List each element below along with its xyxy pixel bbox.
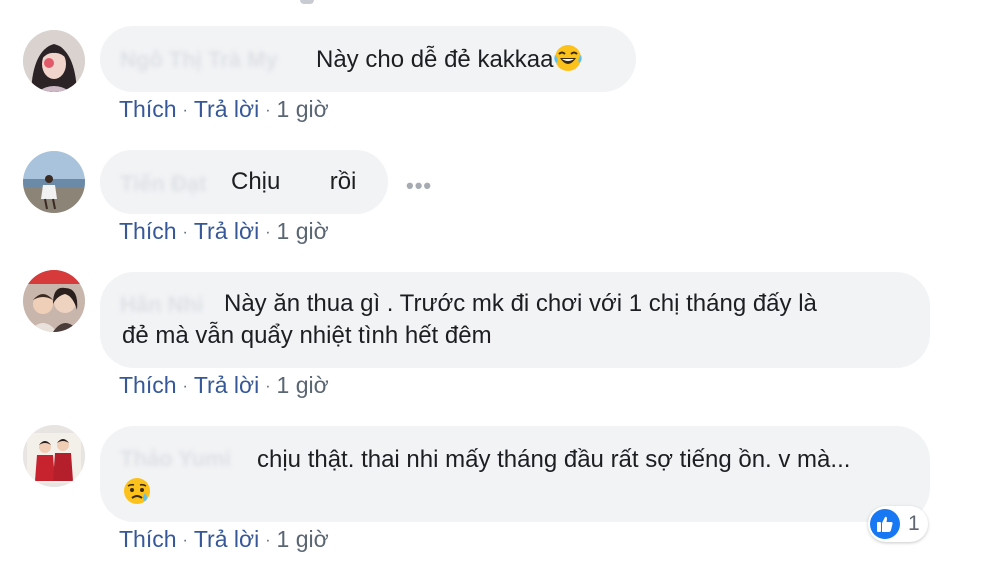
comment-actions: Thích · Trả lời · 1 giờ [119, 526, 329, 553]
reply-link[interactable]: Trả lời [194, 218, 259, 244]
separator-dot: · [265, 102, 271, 119]
comment-author[interactable]: Ngô Thị Trà My [120, 47, 278, 73]
comment-text: chịu thật. thai nhi mấy tháng đầu rất sợ… [257, 446, 851, 473]
comment-bubble: Thảo Yumi chịu thật. thai nhi mấy tháng … [100, 426, 930, 522]
separator-dot: · [265, 532, 271, 549]
separator-dot: · [182, 532, 188, 549]
avatar[interactable] [23, 425, 85, 487]
comment-actions: Thích · Trả lời · 1 giờ [119, 218, 329, 245]
avatar[interactable] [23, 151, 85, 213]
laughing-tears-icon [554, 45, 583, 71]
separator-dot: · [265, 378, 271, 395]
separator-dot: · [182, 224, 188, 241]
reply-link[interactable]: Trả lời [194, 526, 259, 552]
separator-dot: · [182, 102, 188, 119]
scroll-stub [300, 0, 314, 4]
like-link[interactable]: Thích [119, 218, 177, 244]
separator-dot: · [265, 224, 271, 241]
reaction-count: 1 [908, 512, 920, 535]
reaction-count-badge[interactable]: 1 [868, 506, 928, 542]
separator-dot: · [182, 378, 188, 395]
comment-time[interactable]: 1 giờ [277, 218, 329, 244]
more-options-icon[interactable]: ••• [406, 173, 432, 199]
comment-text: Này ăn thua gì . Trước mk đi chơi với 1 … [122, 290, 817, 349]
comment-bubble: Hân Nhi Này ăn thua gì . Trước mk đi chơ… [100, 272, 930, 368]
censored-word [287, 170, 324, 192]
comment-bubble: Tiến Đạt Chịu rồi [100, 150, 388, 214]
comment-time[interactable]: 1 giờ [277, 372, 329, 398]
comment-bubble: Ngô Thị Trà My Này cho dễ đẻ kakkaa [100, 26, 636, 92]
comment-time[interactable]: 1 giờ [277, 96, 329, 122]
comment-text: Này cho dễ đẻ kakkaa [316, 46, 554, 73]
comment-time[interactable]: 1 giờ [277, 526, 329, 552]
comment-actions: Thích · Trả lời · 1 giờ [119, 372, 329, 399]
sad-sweat-icon [124, 478, 150, 504]
avatar[interactable] [23, 30, 85, 92]
like-link[interactable]: Thích [119, 96, 177, 122]
comment-actions: Thích · Trả lời · 1 giờ [119, 96, 329, 123]
comment-text: rồi [329, 168, 357, 195]
comment-text: Chịu [231, 168, 281, 195]
reply-link[interactable]: Trả lời [194, 372, 259, 398]
reply-link[interactable]: Trả lời [194, 96, 259, 122]
like-link[interactable]: Thích [119, 372, 177, 398]
like-thumb-icon [870, 509, 900, 539]
avatar[interactable] [23, 270, 85, 332]
like-link[interactable]: Thích [119, 526, 177, 552]
comment-author[interactable]: Tiến Đạt [120, 171, 206, 197]
